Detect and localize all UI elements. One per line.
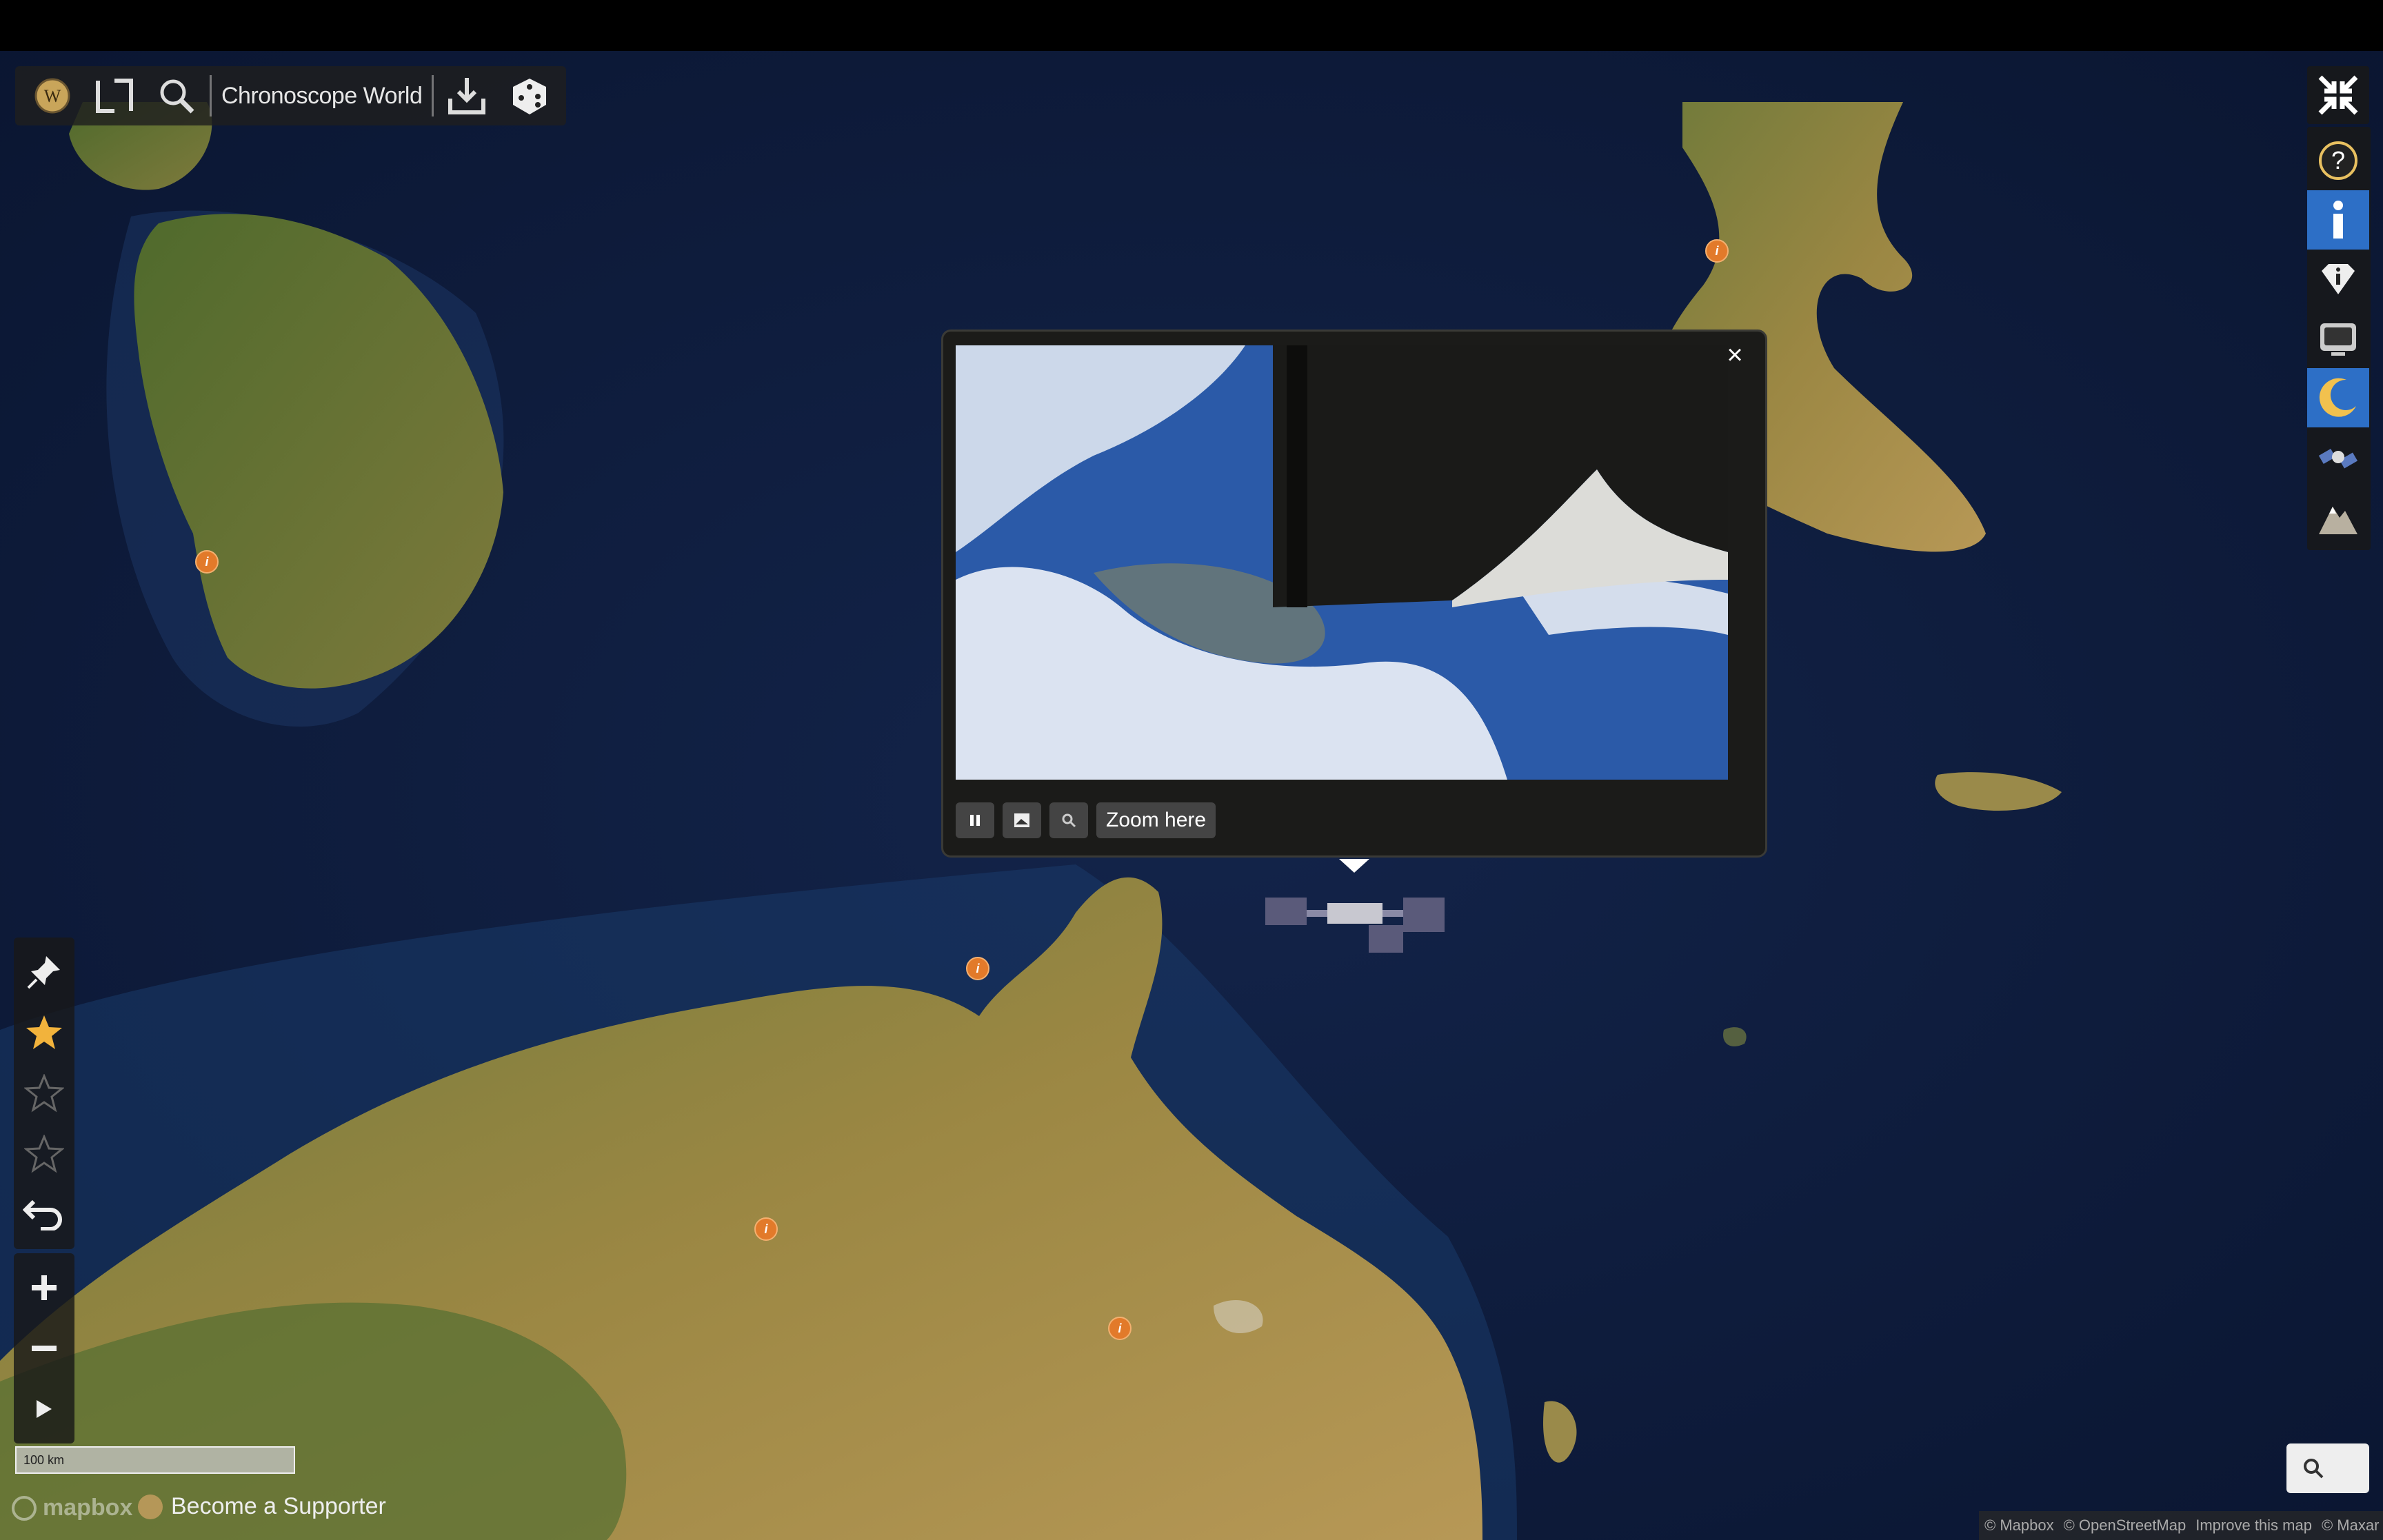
window-top-bar [0,0,2383,51]
download-icon[interactable] [438,68,496,123]
tv-icon[interactable] [2307,309,2369,368]
popup-controls: Zoom here [956,802,1216,839]
zoom-controls [14,1253,74,1443]
toolbar-divider [210,75,212,116]
main-toolbar: W Chronoscope World [15,66,567,125]
become-supporter-link[interactable]: Become a Supporter [138,1493,386,1520]
svg-text:W: W [44,86,61,106]
star-filled-icon[interactable] [14,1002,74,1063]
search-icon[interactable] [1049,802,1088,838]
mapbox-logo[interactable]: mapbox [11,1495,132,1521]
media-popup: × Zoom here [941,330,1767,858]
moon-icon[interactable] [2307,368,2369,427]
supporter-badge-icon [138,1494,163,1519]
map-attribution: © Mapbox © OpenStreetMap Improve this ma… [1979,1511,2383,1540]
mapbox-label: mapbox [43,1495,133,1521]
right-toolbar: ? [2307,66,2371,550]
toolbar-divider [432,75,434,116]
map-marker[interactable]: i [1108,1317,1132,1340]
info-icon[interactable] [2307,190,2369,250]
scale-bar: 100 km [15,1446,295,1474]
app-title: Chronoscope World [221,82,423,109]
collapse-icon[interactable] [2307,66,2369,124]
star-outline-icon[interactable] [14,1063,74,1124]
supporter-label: Become a Supporter [171,1493,386,1519]
image-icon[interactable] [1003,802,1041,838]
map-marker[interactable]: i [195,550,219,574]
diamond-info-icon[interactable] [2307,250,2369,309]
layer-toggle-group: ? [2307,127,2371,550]
svg-text:?: ? [2331,146,2345,174]
star-outline-icon[interactable] [14,1124,74,1184]
undo-icon[interactable] [14,1184,74,1245]
help-icon[interactable]: ? [2307,131,2369,190]
dice-icon[interactable] [500,68,558,123]
zoom-out-icon[interactable] [14,1318,74,1379]
map-marker[interactable]: i [754,1217,778,1241]
zoom-in-icon[interactable] [14,1257,74,1318]
search-icon[interactable] [148,68,205,123]
map-marker[interactable]: i [1705,239,1729,263]
search-icon [2304,1459,2324,1479]
attribution-maxar[interactable]: © Maxar [2322,1517,2379,1534]
mountain-icon[interactable] [2307,487,2369,546]
iss-photo [956,345,1728,780]
map-marker[interactable]: i [966,957,989,980]
map-search-button[interactable] [2286,1443,2369,1493]
pause-button[interactable] [956,802,994,838]
satellite-icon[interactable] [2307,427,2369,487]
left-toolbar [14,938,74,1249]
bracket-frame-icon[interactable] [86,68,143,123]
improve-map-link[interactable]: Improve this map [2195,1517,2312,1534]
attribution-openstreetmap[interactable]: © OpenStreetMap [2064,1517,2186,1534]
zoom-here-button[interactable]: Zoom here [1096,802,1216,838]
pin-icon[interactable] [14,942,74,1002]
attribution-mapbox[interactable]: © Mapbox [1984,1517,2054,1534]
play-icon[interactable] [14,1379,74,1439]
wikipedia-logo-icon[interactable]: W [23,68,81,123]
popup-pointer [1339,859,1369,873]
